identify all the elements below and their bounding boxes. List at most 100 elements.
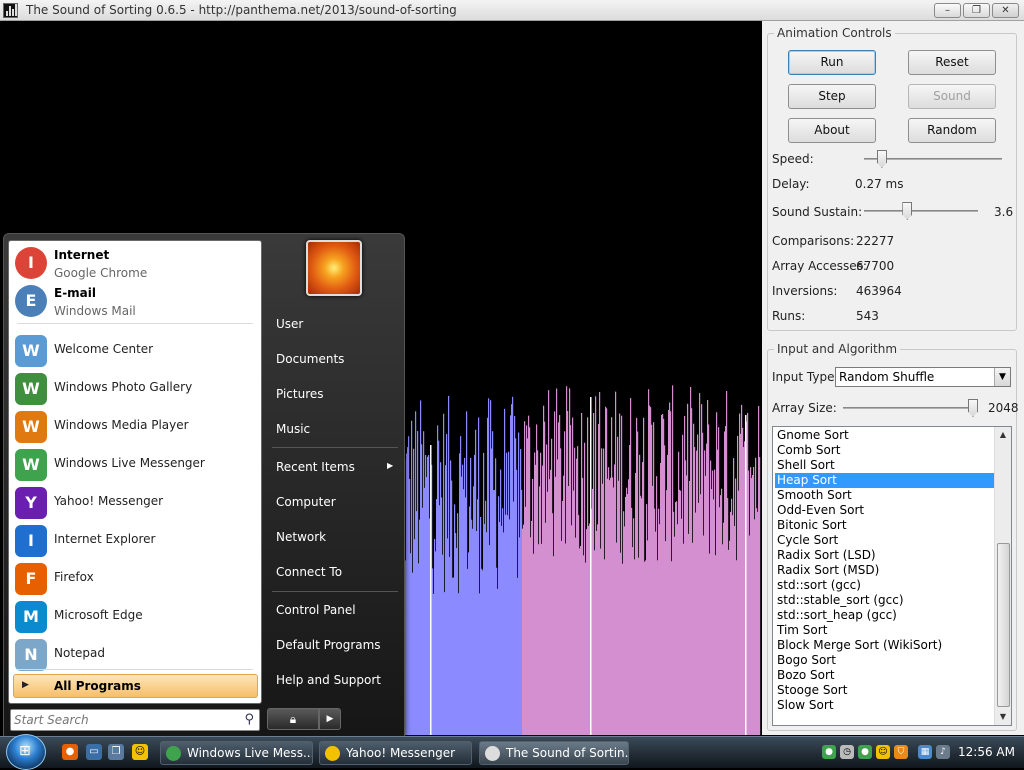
algorithm-item[interactable]: Tim Sort [775, 623, 994, 638]
firefox-icon[interactable]: ● [62, 744, 78, 760]
start-right-item[interactable]: Pictures [276, 387, 324, 401]
sound-button[interactable]: Sound [908, 84, 996, 109]
start-right-item[interactable]: Connect To [276, 565, 342, 579]
start-right-item[interactable]: Documents [276, 352, 344, 366]
algorithm-item[interactable]: Gnome Sort [775, 428, 994, 443]
clock[interactable]: 12:56 AM [958, 745, 1015, 759]
algorithm-item[interactable]: Shell Sort [775, 458, 994, 473]
start-right-item[interactable]: Default Programs [276, 638, 381, 652]
start-right-item[interactable]: Music [276, 422, 310, 436]
array-size-slider-track[interactable] [843, 407, 977, 409]
pinned-item-name: E-mail [54, 286, 97, 300]
yahoo-messenger-quicklaunch-icon[interactable]: ☺ [132, 744, 148, 760]
clock-tray-icon[interactable]: ◷ [840, 745, 854, 759]
array-size-label: Array Size: [772, 401, 837, 415]
scrollbar-thumb[interactable] [997, 543, 1010, 707]
algorithm-item[interactable]: std::stable_sort (gcc) [775, 593, 994, 608]
reset-button[interactable]: Reset [908, 50, 996, 75]
start-right-item[interactable]: Help and Support [276, 673, 381, 687]
algorithm-item[interactable]: Heap Sort [775, 473, 994, 488]
sound-sustain-value: 3.6 [994, 205, 1014, 219]
algorithm-item[interactable]: Radix Sort (MSD) [775, 563, 994, 578]
algorithm-item[interactable]: Bitonic Sort [775, 518, 994, 533]
start-recent-item[interactable]: M Microsoft Edge [13, 599, 257, 635]
recent-item-name: Windows Media Player [54, 418, 189, 432]
close-button[interactable]: ✕ [992, 3, 1019, 18]
chevron-down-icon[interactable]: ▼ [994, 368, 1010, 386]
start-right-item[interactable]: Control Panel [276, 603, 356, 617]
array-accesses-value: 67700 [856, 259, 895, 273]
runs-label: Runs: [772, 309, 806, 323]
input-type-select[interactable]: Random Shuffle ▼ [835, 367, 1011, 387]
notepad-icon: N [15, 639, 47, 671]
contacts-tray-icon[interactable]: ● [858, 745, 872, 759]
algorithm-item[interactable]: Comb Sort [775, 443, 994, 458]
start-right-item[interactable]: Recent Items [276, 460, 355, 474]
start-recent-item[interactable]: F Firefox [13, 561, 257, 597]
input-type-value: Random Shuffle [839, 370, 935, 384]
power-options-button[interactable]: ▶ [319, 708, 341, 730]
network-icon[interactable]: ▦ [918, 745, 932, 759]
maximize-button[interactable]: ❐ [963, 3, 990, 18]
start-button[interactable]: ⊞ [6, 734, 46, 770]
live-messenger-icon [166, 746, 181, 761]
random-button[interactable]: Random [908, 118, 996, 143]
algorithm-item[interactable]: Smooth Sort [775, 488, 994, 503]
volume-icon[interactable]: ♪ [936, 745, 950, 759]
show-desktop-icon[interactable]: ▭ [86, 744, 102, 760]
taskbar-button[interactable]: Windows Live Mess... [160, 741, 313, 765]
algorithm-item[interactable]: Cycle Sort [775, 533, 994, 548]
start-recent-item[interactable]: I Internet Explorer [13, 523, 257, 559]
algorithm-item[interactable]: std::sort (gcc) [775, 578, 994, 593]
algorithm-item[interactable]: std::sort_heap (gcc) [775, 608, 994, 623]
sound-of-sorting-icon [485, 746, 500, 761]
algorithm-list-scrollbar[interactable]: ▲ ▼ [994, 427, 1011, 725]
animation-controls-label: Animation Controls [774, 26, 895, 40]
recent-item-name: Microsoft Edge [54, 608, 143, 622]
algorithm-item[interactable]: Odd-Even Sort [775, 503, 994, 518]
algorithm-item[interactable]: Bozo Sort [775, 668, 994, 683]
start-pinned-item[interactable]: E E-mail Windows Mail [13, 283, 257, 319]
taskbar-button[interactable]: Yahoo! Messenger [319, 741, 472, 765]
separator [272, 591, 398, 592]
start-recent-item[interactable]: W Welcome Center [13, 333, 257, 369]
scroll-up-icon[interactable]: ▲ [995, 427, 1011, 443]
switch-windows-icon[interactable]: ❐ [108, 744, 124, 760]
yahoo-messenger-icon: Y [15, 487, 47, 519]
start-recent-item[interactable]: W Windows Photo Gallery [13, 371, 257, 407]
live-messenger-tray-icon[interactable]: ● [822, 745, 836, 759]
taskbar-button[interactable]: The Sound of Sortin... [479, 741, 629, 765]
security-shield-icon[interactable]: ⛉ [894, 745, 908, 759]
start-search-input[interactable] [14, 712, 234, 728]
taskbar-button-label: Windows Live Mess... [187, 746, 313, 760]
start-search-box[interactable]: ⚲ [10, 709, 260, 731]
chrome-icon: I [15, 247, 47, 279]
algorithm-item[interactable]: Stooge Sort [775, 683, 994, 698]
start-recent-item[interactable]: W Windows Live Messenger [13, 447, 257, 483]
lock-button[interactable]: 🔒︎ [267, 708, 319, 730]
all-programs-button[interactable]: ▶ All Programs [13, 674, 258, 698]
start-right-item[interactable]: Computer [276, 495, 336, 509]
yahoo-tray-icon[interactable]: ☺ [876, 745, 890, 759]
system-tray: ● ◷ ● ☺ ⛉ ▦ ♪ 12:56 AM [818, 741, 1022, 765]
algorithm-item[interactable]: Slow Sort [775, 698, 994, 713]
sound-sustain-label: Sound Sustain: [772, 205, 863, 219]
algorithm-item[interactable]: Radix Sort (LSD) [775, 548, 994, 563]
algorithm-item[interactable]: Block Merge Sort (WikiSort) [775, 638, 994, 653]
start-recent-item[interactable]: N Notepad [13, 637, 257, 673]
scroll-down-icon[interactable]: ▼ [995, 709, 1011, 725]
start-recent-item[interactable]: Y Yahoo! Messenger [13, 485, 257, 521]
search-icon[interactable]: ⚲ [244, 712, 254, 727]
user-avatar[interactable] [306, 240, 362, 296]
algorithm-item[interactable]: Bogo Sort [775, 653, 994, 668]
start-recent-item[interactable]: W Windows Media Player [13, 409, 257, 445]
minimize-button[interactable]: – [934, 3, 961, 18]
start-right-item[interactable]: User [276, 317, 303, 331]
algorithm-list[interactable]: Gnome Sort Comb Sort Shell Sort Heap Sort Sm… [772, 426, 1012, 726]
step-button[interactable]: Step [788, 84, 876, 109]
start-right-item[interactable]: Network [276, 530, 326, 544]
about-button[interactable]: About [788, 118, 876, 143]
start-pinned-item[interactable]: I Internet Google Chrome [13, 245, 257, 281]
run-button[interactable]: Run [788, 50, 876, 75]
sound-sustain-slider-track[interactable] [864, 210, 978, 212]
